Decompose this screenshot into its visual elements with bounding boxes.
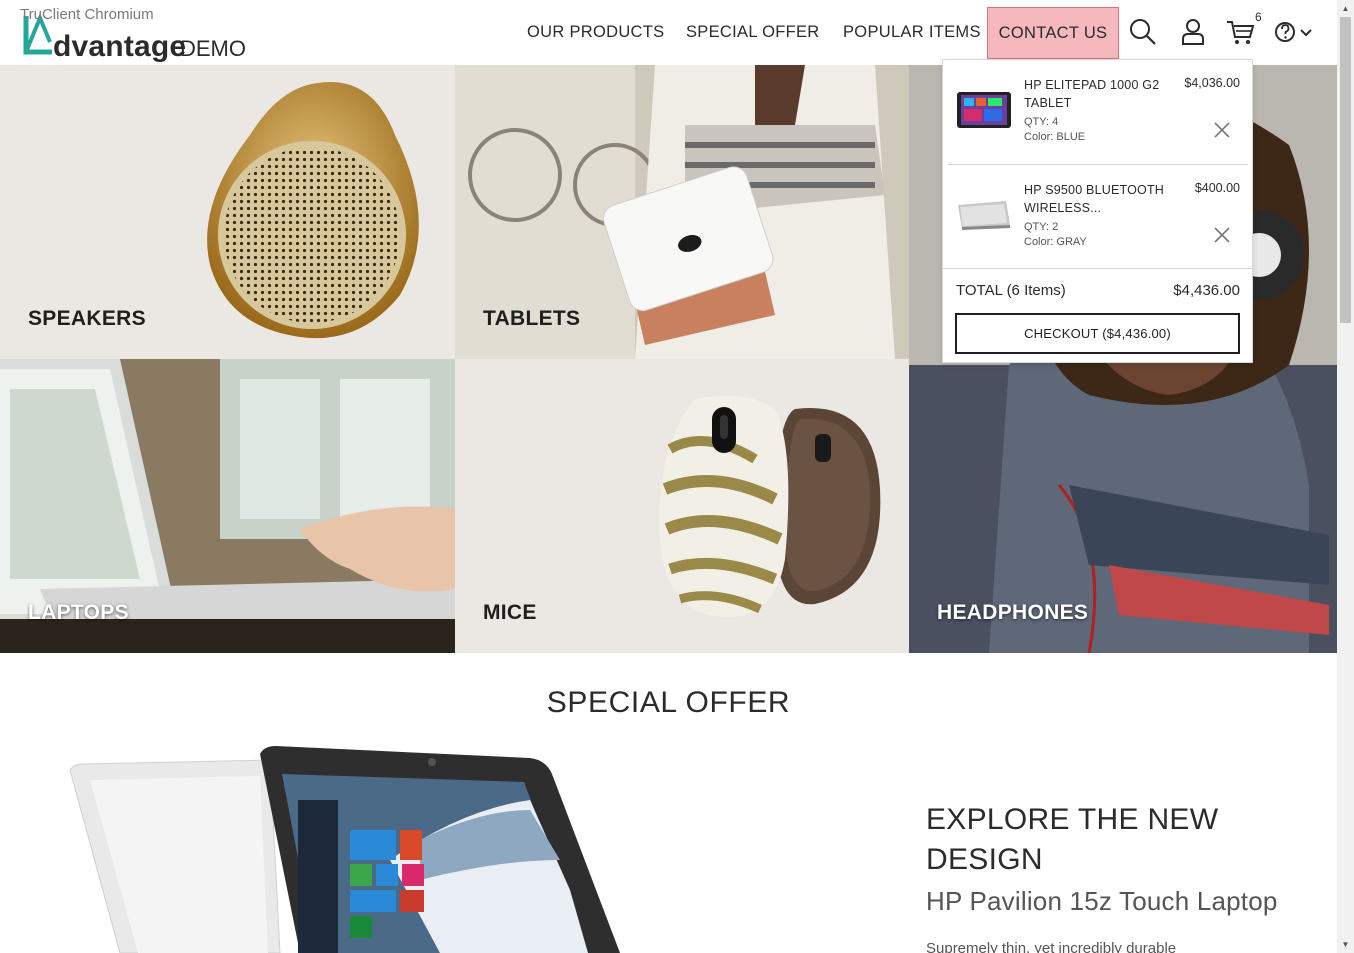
search-icon[interactable] [1128, 17, 1160, 49]
help-icon[interactable] [1273, 17, 1317, 47]
scroll-thumb[interactable] [1340, 17, 1351, 323]
cart-total-label: TOTAL (6 Items) [956, 282, 1066, 299]
category-label-speakers: SPEAKERS [28, 307, 146, 330]
promo-title: EXPLORE THE NEW DESIGN [926, 803, 1219, 876]
cart-popup: HP ELITEPAD 1000 G2 TABLET $4,036.00 QTY… [942, 59, 1253, 363]
help-menu[interactable] [1273, 17, 1317, 49]
page-scrollbar[interactable]: ▲ ▼ [1337, 0, 1354, 953]
top-header: dvantage DEMO TruClient Chromium OUR PRO… [0, 0, 1337, 65]
cart-item-color: Color: BLUE [1024, 131, 1086, 143]
checkout-button[interactable]: CHECKOUT ($4,436.00) [955, 313, 1240, 354]
category-label-headphones: HEADPHONES [937, 601, 1089, 624]
cart-item-price: $400.00 [1194, 181, 1240, 195]
cart-item-qty: QTY: 4 [1024, 116, 1059, 128]
cart-item-thumbnail [956, 195, 1012, 235]
promo-description: Supremely thin, yet incredibly durable [926, 940, 1177, 953]
cart-item[interactable]: HP S9500 BLUETOOTH WIRELESS... $400.00 Q… [948, 165, 1248, 269]
cart-item-qty: QTY: 2 [1024, 221, 1059, 233]
close-icon[interactable] [1212, 225, 1232, 245]
cart-item-color: Color: GRAY [1024, 236, 1087, 248]
cart-item-price: $4,036.00 [1184, 76, 1240, 90]
cart-item[interactable]: HP ELITEPAD 1000 G2 TABLET $4,036.00 QTY… [948, 60, 1248, 164]
nav-our-products[interactable]: OUR PRODUCTS [527, 0, 664, 65]
promo-laptop-image [60, 740, 640, 953]
promo-subtitle: HP Pavilion 15z Touch Laptop [926, 886, 1278, 916]
logo-demo-label: DEMO [180, 36, 246, 61]
close-icon[interactable] [1212, 120, 1232, 140]
cart-icon[interactable] [1225, 17, 1257, 49]
category-label-laptops: LAPTOPS [28, 601, 129, 624]
cart-total-value: $4,436.00 [1173, 282, 1240, 299]
cart-count-badge: 6 [1255, 10, 1262, 24]
special-offer-heading: SPECIAL OFFER [546, 686, 791, 719]
page: dvantage DEMO TruClient Chromium OUR PRO… [0, 0, 1354, 953]
category-mice[interactable]: MICE [455, 359, 909, 653]
cart-item-thumbnail [956, 90, 1012, 130]
nav-special-offer[interactable]: SPECIAL OFFER [686, 0, 819, 65]
window-caption: TruClient Chromium [20, 6, 154, 23]
nav-popular-items[interactable]: POPULAR ITEMS [843, 0, 981, 65]
category-speakers[interactable]: SPEAKERS [0, 65, 455, 359]
nav-contact-us[interactable]: CONTACT US [987, 7, 1119, 59]
category-label-tablets: TABLETS [483, 307, 581, 330]
user-icon[interactable] [1178, 17, 1210, 49]
category-tablets[interactable]: TABLETS [455, 65, 909, 359]
logo-wordmark: dvantage [53, 30, 187, 63]
category-label-mice: MICE [483, 601, 537, 624]
cart-item-name[interactable]: HP ELITEPAD 1000 G2 TABLET [1024, 76, 1169, 112]
cart-item-name[interactable]: HP S9500 BLUETOOTH WIRELESS... [1024, 181, 1169, 217]
cart-divider [943, 268, 1252, 269]
category-laptops[interactable]: LAPTOPS [0, 359, 455, 653]
scroll-up-arrow-icon[interactable]: ▲ [1337, 0, 1354, 17]
scroll-down-arrow-icon[interactable]: ▼ [1337, 936, 1354, 953]
